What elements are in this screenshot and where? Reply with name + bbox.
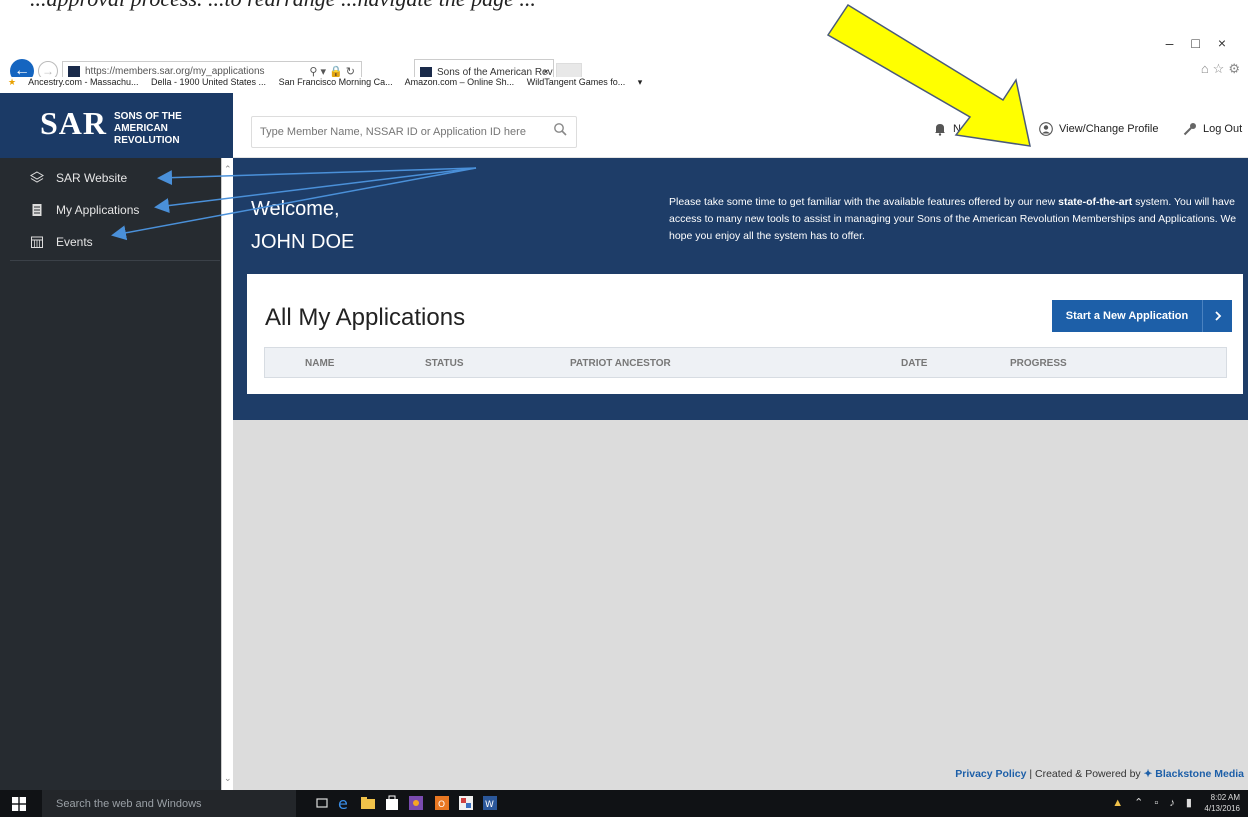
favorites-star-icon[interactable]: ★	[8, 77, 16, 87]
notifications-label: Notifications	[953, 123, 1013, 135]
applications-card: All My Applications Start a New Applicat…	[247, 274, 1243, 394]
column-header-progress[interactable]: PROGRESS	[1010, 358, 1067, 369]
svg-text:e: e	[338, 795, 348, 811]
app-header: SAR SONS OF THE AMERICAN REVOLUTION Noti…	[0, 93, 1248, 158]
document-icon	[32, 204, 42, 216]
document-caption: ...approval process. ...to rearrange ...…	[20, 0, 920, 40]
outlook-icon[interactable]: O	[434, 795, 450, 811]
sidebar-item-sar-website[interactable]: SAR Website	[30, 167, 127, 189]
intro-text: Please take some time to get familiar wi…	[669, 194, 1244, 245]
edge-browser-icon[interactable]: e	[336, 795, 352, 811]
logo-main: SAR	[40, 105, 108, 141]
blackstone-logo-icon: ✦	[1143, 768, 1156, 780]
column-header-patriot-ancestor[interactable]: PATRIOT ANCESTOR	[570, 358, 671, 369]
address-url: https://members.sar.org/my_applications	[85, 66, 265, 77]
screenshot-root: ...approval process. ...to rearrange ...…	[0, 0, 1248, 817]
sidebar-item-label: Events	[56, 235, 93, 249]
scroll-up-icon[interactable]: ⌃	[224, 164, 232, 175]
scroll-down-icon[interactable]: ⌄	[224, 773, 232, 784]
calendar-icon	[31, 236, 43, 248]
caption-text: ...approval process. ...to rearrange ...…	[30, 0, 536, 12]
store-icon[interactable]	[384, 795, 400, 811]
welcome-banner: Welcome, JOHN DOE Please take some time …	[233, 158, 1248, 420]
windows-taskbar: Search the web and Windows e O W ▲ ⌃ ▫ ♪…	[0, 790, 1248, 817]
blackstone-media-link[interactable]: Blackstone Media	[1155, 768, 1244, 780]
logout-label: Log Out	[1203, 123, 1243, 135]
column-header-name[interactable]: NAME	[305, 358, 334, 369]
sidebar: SAR Website My Applications Events ⌃ ⌄	[0, 158, 233, 790]
key-icon	[1183, 123, 1196, 136]
notifications-link[interactable]: Notifications	[933, 122, 1013, 136]
logo-subtitle-line2: AMERICAN REVOLUTION	[114, 123, 180, 146]
favorite-link[interactable]: Amazon.com – Online Sh...	[405, 77, 515, 87]
favorites-bar: ★ Ancestry.com - Massachu... Della - 190…	[0, 77, 1248, 93]
intro-text-start: Please take some time to get familiar wi…	[669, 196, 1059, 208]
sidebar-divider	[10, 260, 220, 261]
favorite-link[interactable]: Ancestry.com - Massachu...	[28, 77, 138, 87]
svg-text:W: W	[485, 800, 494, 810]
footer-credit-text: | Created & Powered by	[1026, 768, 1144, 780]
word-icon[interactable]: W	[482, 795, 498, 811]
taskbar-search-box[interactable]: Search the web and Windows	[42, 790, 296, 817]
windows-start-icon[interactable]	[12, 797, 26, 811]
sidebar-item-label: My Applications	[56, 203, 140, 217]
column-header-date[interactable]: DATE	[901, 358, 927, 369]
log-out-link[interactable]: Log Out	[1183, 122, 1242, 136]
welcome-heading: Welcome,	[251, 198, 340, 220]
sidebar-item-label: SAR Website	[56, 171, 128, 185]
member-search-input[interactable]	[251, 116, 577, 148]
profile-label: View/Change Profile	[1059, 123, 1159, 135]
browser-toolbar-icons[interactable]: ⌂☆⚙	[1201, 61, 1244, 77]
favorites-dropdown-icon[interactable]: ▾	[638, 77, 643, 87]
clock-time: 8:02 AM	[1210, 793, 1240, 802]
sidebar-scrollbar[interactable]: ⌃ ⌄	[221, 158, 233, 790]
logo-subtitle-line1: SONS OF THE	[114, 111, 182, 122]
sidebar-item-my-applications[interactable]: My Applications	[30, 199, 139, 221]
column-header-status[interactable]: STATUS	[425, 358, 464, 369]
intro-text-bold: state-of-the-art	[1058, 196, 1133, 208]
main-content: Welcome, JOHN DOE Please take some time …	[233, 158, 1248, 790]
bell-icon	[935, 124, 945, 136]
taskbar-search-placeholder: Search the web and Windows	[56, 798, 202, 810]
search-icon[interactable]	[553, 122, 567, 136]
photos-app-icon[interactable]	[408, 795, 424, 811]
applications-title: All My Applications	[265, 304, 466, 331]
task-view-icon[interactable]	[314, 795, 330, 811]
user-circle-icon	[1039, 122, 1053, 136]
start-new-application-label: Start a New Application	[1065, 310, 1189, 322]
view-change-profile-link[interactable]: View/Change Profile	[1039, 122, 1158, 136]
page-footer: Privacy Policy | Created & Powered by ✦ …	[233, 768, 1244, 780]
sidebar-item-events[interactable]: Events	[30, 231, 93, 253]
window-controls[interactable]: –□×	[1166, 35, 1244, 51]
start-new-application-button[interactable]: Start a New Application	[1052, 300, 1232, 332]
user-name: JOHN DOE	[251, 231, 355, 253]
favorite-link[interactable]: San Francisco Morning Ca...	[279, 77, 393, 87]
paint-app-icon[interactable]	[458, 795, 474, 811]
svg-text:O: O	[438, 800, 445, 810]
privacy-policy-link[interactable]: Privacy Policy	[955, 768, 1026, 780]
favorite-link[interactable]: Della - 1900 United States ...	[151, 77, 266, 87]
chevron-right-icon	[1202, 300, 1232, 332]
logo-subtitle: SONS OF THE AMERICAN REVOLUTION	[114, 111, 233, 147]
system-tray-icons[interactable]: ▲ ⌃ ▫ ♪ ▮	[1112, 796, 1196, 809]
file-explorer-icon[interactable]	[360, 795, 376, 811]
favorite-link[interactable]: WildTangent Games fo...	[527, 77, 626, 87]
layers-icon	[30, 171, 44, 183]
taskbar-clock[interactable]: 8:02 AM 4/13/2016	[1204, 792, 1240, 814]
clock-date: 4/13/2016	[1204, 804, 1240, 813]
sar-logo[interactable]: SAR SONS OF THE AMERICAN REVOLUTION	[0, 93, 233, 158]
applications-table-header: NAME STATUS PATRIOT ANCESTOR DATE PROGRE…	[264, 347, 1227, 378]
